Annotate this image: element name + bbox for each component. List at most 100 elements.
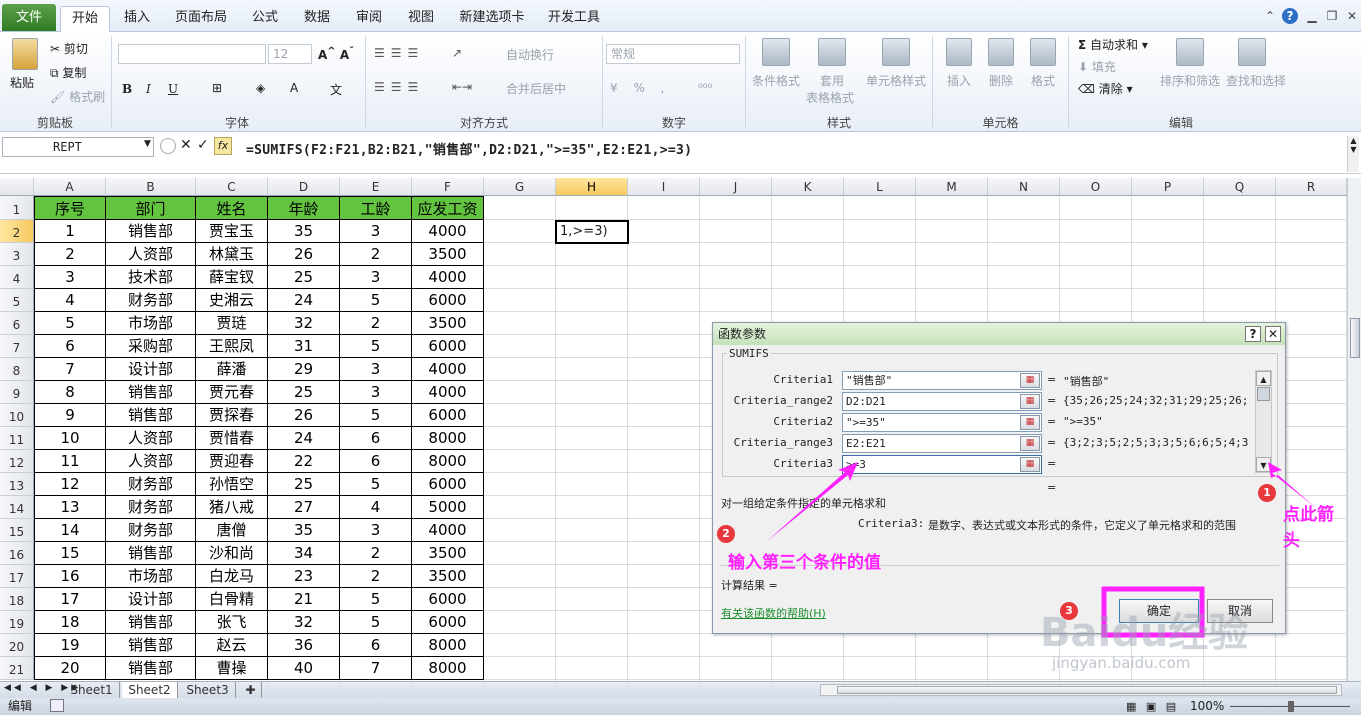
table-cell[interactable]: 2	[340, 243, 412, 266]
table-cell[interactable]: 29	[268, 358, 340, 381]
table-cell[interactable]: 8000	[412, 657, 484, 680]
table-cell[interactable]: 销售部	[106, 381, 196, 404]
table-header-cell[interactable]: 部门	[106, 196, 196, 220]
name-box[interactable]: REPT	[2, 137, 154, 157]
table-cell[interactable]: 财务部	[106, 473, 196, 496]
tab-formulas[interactable]: 公式	[244, 6, 286, 32]
zoom-level[interactable]: 100%	[1190, 698, 1224, 715]
table-cell[interactable]: 6	[34, 335, 106, 358]
table-cell[interactable]: 5	[340, 611, 412, 634]
table-cell[interactable]: 6000	[412, 289, 484, 312]
minimize-icon[interactable]: ▁	[1304, 8, 1320, 24]
table-cell[interactable]: 3	[340, 519, 412, 542]
table-cell[interactable]: 22	[268, 450, 340, 473]
clear-button[interactable]: ⌫ 清除 ▾	[1078, 80, 1133, 97]
table-cell[interactable]: 沙和尚	[196, 542, 268, 565]
table-cell[interactable]: 4	[340, 496, 412, 519]
tab-file[interactable]: 文件	[2, 4, 56, 31]
tab-data[interactable]: 数据	[296, 6, 338, 32]
macro-record-icon[interactable]	[50, 699, 64, 712]
column-header[interactable]: P	[1132, 178, 1204, 196]
table-cell[interactable]: 曹操	[196, 657, 268, 680]
table-cell[interactable]: 24	[268, 289, 340, 312]
autosum-button[interactable]: Σ 自动求和 ▾	[1078, 36, 1148, 53]
name-box-dropdown-icon[interactable]: ▼	[144, 139, 151, 149]
table-cell[interactable]: 8000	[412, 450, 484, 473]
table-cell[interactable]: 贾探春	[196, 404, 268, 427]
sheet-tab-2[interactable]: Sheet2	[122, 682, 178, 698]
table-cell[interactable]: 10	[34, 427, 106, 450]
row-header[interactable]: 2	[0, 220, 34, 243]
formula-text[interactable]: =SUMIFS(F2:F21,B2:B21,"销售部",D2:D21,">=35…	[246, 139, 692, 158]
arg-input[interactable]: E2:E21	[842, 434, 1042, 453]
table-cell[interactable]: 4000	[412, 381, 484, 404]
table-cell[interactable]: 设计部	[106, 358, 196, 381]
table-cell[interactable]: 6000	[412, 588, 484, 611]
column-header[interactable]: F	[412, 178, 484, 196]
scroll-up-arrow[interactable]: ▲	[1256, 371, 1271, 386]
table-format-icon[interactable]	[818, 38, 846, 66]
table-cell[interactable]: 7	[34, 358, 106, 381]
column-header[interactable]: B	[106, 178, 196, 196]
table-cell[interactable]: 采购部	[106, 335, 196, 358]
table-cell[interactable]: 3	[34, 266, 106, 289]
table-cell[interactable]: 6	[340, 634, 412, 657]
range-picker-icon[interactable]: ▦	[1020, 415, 1040, 430]
sort-filter-icon[interactable]	[1176, 38, 1204, 66]
table-cell[interactable]: 贾宝玉	[196, 220, 268, 243]
table-cell[interactable]: 18	[34, 611, 106, 634]
column-header[interactable]: M	[916, 178, 988, 196]
insert-function-icon[interactable]: fx	[214, 137, 232, 155]
column-header[interactable]: G	[484, 178, 556, 196]
table-cell[interactable]: 市场部	[106, 312, 196, 335]
table-cell[interactable]: 5	[340, 473, 412, 496]
table-cell[interactable]: 25	[268, 381, 340, 404]
table-cell[interactable]: 史湘云	[196, 289, 268, 312]
row-header[interactable]: 13	[0, 473, 34, 496]
merge-center-button[interactable]: 合并后居中	[506, 80, 566, 97]
table-cell[interactable]: 4000	[412, 220, 484, 243]
active-cell-h2[interactable]: 1,>=3)	[555, 220, 629, 244]
find-select-icon[interactable]	[1238, 38, 1266, 66]
table-cell[interactable]: 7	[340, 657, 412, 680]
table-cell[interactable]: 16	[34, 565, 106, 588]
table-cell[interactable]: 6000	[412, 611, 484, 634]
insert-cells-icon[interactable]	[946, 38, 972, 66]
table-cell[interactable]: 2	[340, 312, 412, 335]
table-cell[interactable]: 猪八戒	[196, 496, 268, 519]
sheet-tab-3[interactable]: Sheet3	[180, 682, 236, 698]
table-header-cell[interactable]: 年龄	[268, 196, 340, 220]
table-cell[interactable]: 34	[268, 542, 340, 565]
ribbon-collapse-icon[interactable]: ⌃	[1262, 8, 1278, 24]
row-header[interactable]: 6	[0, 312, 34, 335]
dialog-help-icon[interactable]: ?	[1245, 326, 1261, 342]
table-cell[interactable]: 24	[268, 427, 340, 450]
table-cell[interactable]: 人资部	[106, 243, 196, 266]
column-header[interactable]: L	[844, 178, 916, 196]
number-format-combo[interactable]: 常规	[606, 44, 740, 64]
view-mode-icons[interactable]: ▦ ▣ ▤	[1126, 698, 1179, 715]
table-cell[interactable]: 25	[268, 473, 340, 496]
table-cell[interactable]: 贾元春	[196, 381, 268, 404]
row-header[interactable]: 4	[0, 266, 34, 289]
table-cell[interactable]: 4	[34, 289, 106, 312]
decimal-icons[interactable]: ⁰⁰⁰	[698, 81, 712, 95]
row-header[interactable]: 19	[0, 611, 34, 634]
table-header-cell[interactable]: 工龄	[340, 196, 412, 220]
table-cell[interactable]: 5	[340, 335, 412, 358]
table-cell[interactable]: 销售部	[106, 634, 196, 657]
copy-button[interactable]: ⧉ 复制	[50, 64, 86, 81]
horizontal-scrollbar[interactable]	[820, 684, 1342, 696]
grow-font-icon[interactable]: A^ Aˇ	[318, 46, 354, 62]
row-header[interactable]: 14	[0, 496, 34, 519]
format-painter-button[interactable]: 🖌 格式刷	[50, 88, 105, 105]
conditional-format-button[interactable]: 条件格式	[752, 72, 800, 89]
column-header[interactable]: O	[1060, 178, 1132, 196]
table-cell[interactable]: 财务部	[106, 496, 196, 519]
column-header[interactable]: H	[556, 178, 628, 196]
table-cell[interactable]: 唐僧	[196, 519, 268, 542]
cut-button[interactable]: ✂ 剪切	[50, 40, 88, 57]
table-cell[interactable]: 36	[268, 634, 340, 657]
table-cell[interactable]: 26	[268, 243, 340, 266]
table-cell[interactable]: 贾惜春	[196, 427, 268, 450]
